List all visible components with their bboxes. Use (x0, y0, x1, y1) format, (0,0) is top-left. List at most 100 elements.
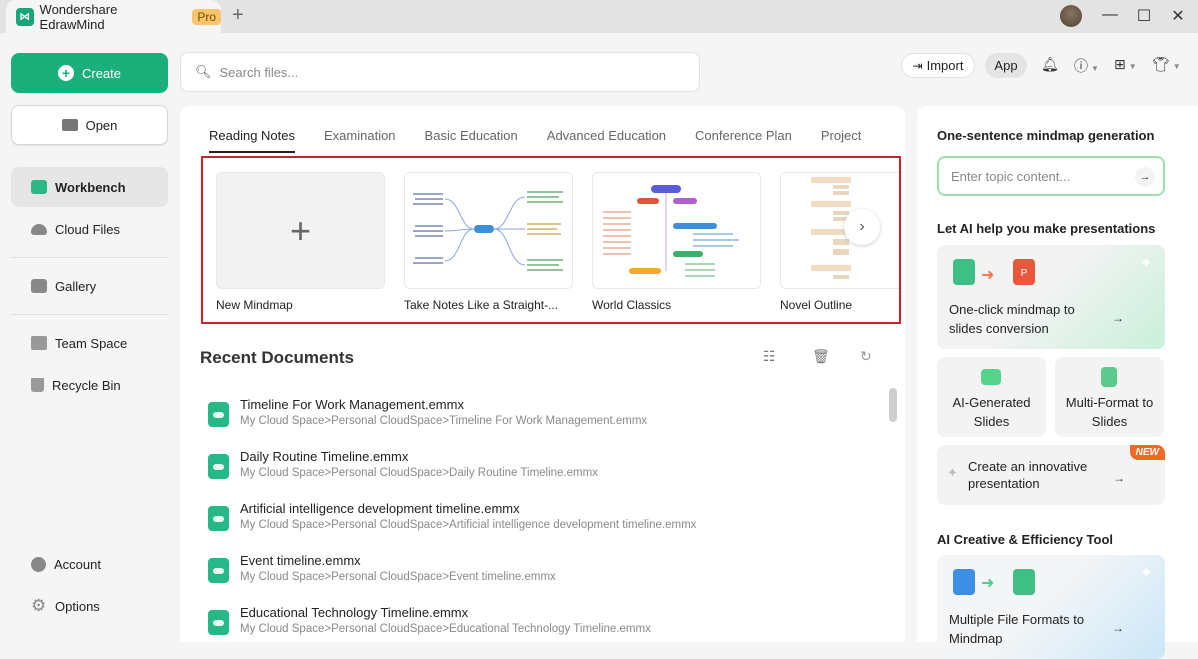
card-label: Create an innovative presentation (968, 459, 1088, 491)
close-button[interactable]: ✕ (1168, 6, 1188, 26)
sidebar-item-workbench[interactable]: Workbench (11, 167, 168, 207)
template-card[interactable]: World Classics (592, 172, 761, 312)
search-bar[interactable]: 🔍︎ (180, 52, 700, 92)
maximize-button[interactable]: ☐ (1134, 6, 1154, 26)
topic-input-box[interactable]: → (937, 156, 1165, 196)
arrow-right-icon: → (1112, 311, 1124, 325)
edrawmind-logo-icon: ⋈ (16, 7, 34, 26)
import-button[interactable]: ⇥ Import (901, 53, 975, 78)
template-carousel: + New Mindmap Take Notes Like a Straight… (201, 156, 901, 324)
sidebar-item-label: Cloud Files (55, 221, 121, 237)
template-label: Novel Outline (780, 298, 853, 312)
multi-format-slides-card[interactable]: Multi-Format to Slides (1055, 357, 1164, 437)
template-card-new-mindmap[interactable]: + New Mindmap (216, 172, 385, 312)
trash-icon[interactable]: 🗑︎ (812, 348, 830, 365)
app-button[interactable]: App (985, 53, 1027, 78)
search-input[interactable] (219, 64, 660, 80)
ai-panel: One-sentence mindmap generation → Let AI… (917, 106, 1198, 659)
skin-shirt-icon[interactable]: 👕︎ ▼ (1152, 56, 1181, 73)
folder-icon (61, 119, 78, 131)
new-tab-button[interactable]: + (232, 4, 244, 27)
document-file-icon (953, 569, 975, 595)
arrow-icon: ➜ (981, 575, 995, 592)
document-row[interactable]: Educational Technology Timeline.emmx My C… (208, 604, 868, 656)
document-row[interactable]: Daily Routine Timeline.emmx My Cloud Spac… (208, 448, 868, 500)
recent-documents-list: Timeline For Work Management.emmx My Clou… (208, 396, 868, 656)
open-label: Open (85, 117, 118, 133)
mindmap-preview (603, 185, 739, 277)
file-formats-to-mindmap-card[interactable]: ➜ ✦ Multiple File Formats to Mindmap → (937, 555, 1165, 659)
document-name: Educational Technology Timeline.emmx (240, 605, 469, 620)
card-label: Multi-Format to Slides (1065, 395, 1154, 429)
tab-advanced-education[interactable]: Advanced Education (547, 128, 666, 153)
mindmap-preview (413, 191, 563, 271)
mindmap-to-slides-card[interactable]: ➜ P ✦ One-click mindmap to slides conver… (937, 245, 1165, 349)
refresh-icon[interactable]: ↻ (860, 348, 872, 365)
sidebar-item-gallery[interactable]: Gallery (11, 266, 168, 306)
gallery-icon (31, 279, 47, 293)
bell-icon[interactable]: 🔔︎ (1041, 56, 1059, 73)
document-name: Event timeline.emmx (240, 553, 361, 568)
template-card[interactable]: Novel Outline (780, 172, 899, 312)
create-button[interactable]: + Create (11, 53, 168, 93)
mindmap-file-icon (953, 259, 975, 285)
document-path: My Cloud Space>Personal CloudSpace>Artif… (240, 519, 697, 531)
title-bar: ⋈ Wondershare EdrawMind Pro + — ☐ ✕ (0, 0, 1198, 33)
new-badge: NEW (1129, 445, 1165, 460)
workbench-icon (31, 180, 47, 194)
sidebar-item-recycle-bin[interactable]: Recycle Bin (11, 365, 168, 405)
tab-project[interactable]: Project (821, 128, 861, 153)
topic-input[interactable] (951, 168, 1131, 184)
pro-badge: Pro (192, 8, 221, 25)
arrow-right-icon: → (1113, 471, 1125, 485)
scrollbar-thumb[interactable] (889, 388, 897, 422)
sidebar-item-team-space[interactable]: Team Space (11, 323, 168, 363)
recycle-bin-icon (31, 378, 44, 392)
tab-basic-education[interactable]: Basic Education (425, 128, 518, 153)
template-label: New Mindmap (216, 298, 293, 312)
import-label: Import (926, 58, 964, 73)
sidebar-item-account[interactable]: Account (11, 544, 168, 584)
sparkle-icon: ✦ (947, 465, 958, 480)
document-path: My Cloud Space>Personal CloudSpace>Timel… (240, 415, 648, 427)
sidebar-item-cloud-files[interactable]: Cloud Files (11, 209, 168, 249)
template-thumbnail (592, 172, 761, 289)
team-space-icon (31, 336, 47, 350)
emmx-file-icon (208, 610, 229, 635)
ai-generated-slides-card[interactable]: AI-Generated Slides (937, 357, 1046, 437)
search-icon: 🔍︎ (195, 64, 212, 79)
user-avatar[interactable] (1060, 5, 1082, 27)
sidebar-item-label: Workbench (55, 179, 126, 195)
template-label: Take Notes Like a Straight-... (404, 298, 559, 312)
template-card[interactable]: Take Notes Like a Straight-... (404, 172, 573, 312)
sidebar-item-options[interactable]: ⚙ Options (11, 586, 168, 626)
document-row[interactable]: Event timeline.emmx My Cloud Space>Person… (208, 552, 868, 604)
document-path: My Cloud Space>Personal CloudSpace>Daily… (240, 467, 598, 479)
minimize-button[interactable]: — (1100, 6, 1120, 24)
help-icon[interactable]: ⓘ ▼ (1074, 56, 1099, 76)
innovative-presentation-card[interactable]: ✦ Create an innovative presentation → NE… (937, 445, 1165, 505)
list-view-icon[interactable]: ☷ (763, 348, 776, 365)
tab-reading-notes[interactable]: Reading Notes (209, 128, 295, 153)
tab-conference-plan[interactable]: Conference Plan (695, 128, 792, 153)
app-tab[interactable]: ⋈ Wondershare EdrawMind Pro (6, 0, 221, 33)
tab-examination[interactable]: Examination (324, 128, 396, 153)
open-button[interactable]: Open (11, 105, 168, 145)
arrow-right-icon[interactable]: → (1135, 167, 1155, 187)
outline-preview (811, 177, 851, 279)
apps-grid-icon[interactable]: ⊞ ▼ (1114, 56, 1137, 73)
carousel-next-button[interactable]: › (844, 209, 880, 245)
emmx-file-icon (208, 402, 229, 427)
divider (11, 314, 168, 315)
powerpoint-file-icon: P (1013, 259, 1035, 285)
document-row[interactable]: Artificial intelligence development time… (208, 500, 868, 552)
plus-icon: + (216, 172, 385, 289)
arrow-icon: ➜ (981, 267, 995, 284)
document-row[interactable]: Timeline For Work Management.emmx My Clou… (208, 396, 868, 448)
create-label: Create (81, 65, 122, 81)
app-title: Wondershare EdrawMind (39, 1, 118, 32)
gen-title: One-sentence mindmap generation (937, 128, 1155, 143)
template-thumbnail (404, 172, 573, 289)
import-icon: ⇥ (912, 58, 923, 73)
emmx-file-icon (208, 558, 229, 583)
